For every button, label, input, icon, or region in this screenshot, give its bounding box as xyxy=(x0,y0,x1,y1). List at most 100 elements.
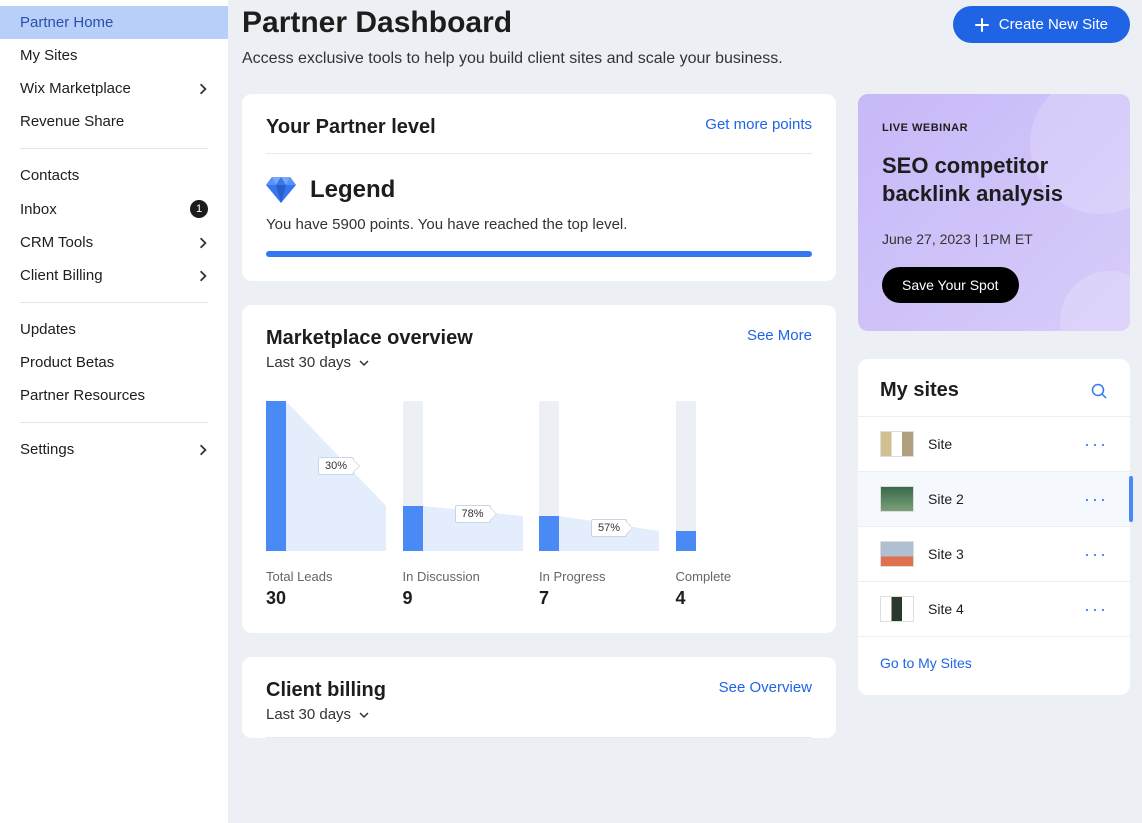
get-more-points-link[interactable]: Get more points xyxy=(705,116,812,133)
client-billing-card: Client billing Last 30 days See Overview xyxy=(242,657,836,738)
site-thumbnail xyxy=(880,431,914,457)
bar-total-leads xyxy=(266,401,286,551)
bar-track xyxy=(676,401,696,551)
create-new-site-button[interactable]: Create New Site xyxy=(953,6,1130,43)
webinar-date: June 27, 2023 | 1PM ET xyxy=(882,231,1106,247)
page-title: Partner Dashboard xyxy=(242,6,783,40)
level-points-text: You have 5900 points. You have reached t… xyxy=(266,216,812,233)
sidebar-item-settings[interactable]: Settings xyxy=(0,433,228,466)
stat-value: 30 xyxy=(266,588,403,609)
my-sites-title: My sites xyxy=(880,379,959,402)
site-name: Site 2 xyxy=(928,491,1070,507)
marketplace-overview-card: Marketplace overview Last 30 days See Mo… xyxy=(242,305,836,633)
funnel-area xyxy=(423,401,523,551)
save-your-spot-button[interactable]: Save Your Spot xyxy=(882,267,1019,303)
site-item[interactable]: Site 4 ··· xyxy=(858,581,1130,636)
sidebar-item-label: Wix Marketplace xyxy=(20,80,131,97)
sidebar-item-updates[interactable]: Updates xyxy=(0,313,228,346)
partner-level-card: Your Partner level Get more points xyxy=(242,94,836,281)
main-content: Partner Dashboard Access exclusive tools… xyxy=(228,0,1142,823)
site-name: Site xyxy=(928,436,1070,452)
stat-value: 9 xyxy=(403,588,540,609)
stat-total-leads: Total Leads 30 xyxy=(266,569,403,609)
page-subtitle: Access exclusive tools to help you build… xyxy=(242,50,783,68)
webinar-title: SEO competitor backlink analysis xyxy=(882,152,1106,207)
sidebar-item-label: Client Billing xyxy=(20,267,103,284)
more-actions-icon[interactable]: ··· xyxy=(1084,599,1108,620)
sidebar: Partner Home My Sites Wix Marketplace Re… xyxy=(0,0,228,823)
plus-icon xyxy=(975,18,989,32)
site-item[interactable]: Site 3 ··· xyxy=(858,526,1130,581)
client-billing-title: Client billing xyxy=(266,679,386,702)
inbox-badge: 1 xyxy=(190,200,208,218)
client-billing-range-label: Last 30 days xyxy=(266,706,351,723)
site-name: Site 3 xyxy=(928,546,1070,562)
divider xyxy=(20,148,208,149)
chevron-right-icon xyxy=(198,237,208,249)
divider xyxy=(266,737,812,738)
stat-label: In Discussion xyxy=(403,569,540,584)
sidebar-item-partner-home[interactable]: Partner Home xyxy=(0,6,228,39)
stat-value: 4 xyxy=(676,588,813,609)
marketplace-see-more-link[interactable]: See More xyxy=(747,327,812,344)
bar-in-progress xyxy=(539,516,559,551)
site-name: Site 4 xyxy=(928,601,1070,617)
sidebar-item-my-sites[interactable]: My Sites xyxy=(0,39,228,72)
sidebar-item-inbox[interactable]: Inbox 1 xyxy=(0,192,228,226)
conversion-tag: 78% xyxy=(455,505,491,523)
site-thumbnail xyxy=(880,596,914,622)
conversion-tag: 30% xyxy=(318,457,354,475)
sidebar-item-label: CRM Tools xyxy=(20,234,93,251)
diamond-icon xyxy=(266,177,296,203)
funnel-chart: 30% 78% xyxy=(266,401,812,551)
sidebar-item-contacts[interactable]: Contacts xyxy=(0,159,228,192)
sidebar-item-wix-marketplace[interactable]: Wix Marketplace xyxy=(0,72,228,105)
go-to-my-sites-link[interactable]: Go to My Sites xyxy=(880,655,972,671)
chevron-right-icon xyxy=(198,83,208,95)
search-icon[interactable] xyxy=(1090,382,1108,400)
stat-in-progress: In Progress 7 xyxy=(539,569,676,609)
stat-value: 7 xyxy=(539,588,676,609)
sidebar-item-label: Contacts xyxy=(20,167,79,184)
sidebar-item-product-betas[interactable]: Product Betas xyxy=(0,346,228,379)
sidebar-item-partner-resources[interactable]: Partner Resources xyxy=(0,379,228,412)
my-sites-card: My sites Site ··· Site 2 ··· xyxy=(858,359,1130,695)
bar-complete xyxy=(676,531,696,551)
sidebar-item-label: Product Betas xyxy=(20,354,114,371)
stat-complete: Complete 4 xyxy=(676,569,813,609)
funnel-area xyxy=(286,401,386,551)
more-actions-icon[interactable]: ··· xyxy=(1084,544,1108,565)
client-billing-range-dropdown[interactable]: Last 30 days xyxy=(266,706,386,723)
chevron-down-icon xyxy=(359,711,369,719)
site-thumbnail xyxy=(880,541,914,567)
level-name: Legend xyxy=(310,176,395,204)
marketplace-title: Marketplace overview xyxy=(266,327,473,350)
marketplace-range-dropdown[interactable]: Last 30 days xyxy=(266,354,473,371)
level-progress-bar xyxy=(266,251,812,257)
sidebar-item-label: Partner Resources xyxy=(20,387,145,404)
bar-in-discussion xyxy=(403,506,423,551)
sidebar-item-label: Partner Home xyxy=(20,14,113,31)
sidebar-item-label: Settings xyxy=(20,441,74,458)
sidebar-item-revenue-share[interactable]: Revenue Share xyxy=(0,105,228,138)
site-thumbnail xyxy=(880,486,914,512)
webinar-label: LIVE WEBINAR xyxy=(882,122,1106,134)
stat-in-discussion: In Discussion 9 xyxy=(403,569,540,609)
sidebar-item-client-billing[interactable]: Client Billing xyxy=(0,259,228,292)
chevron-right-icon xyxy=(198,270,208,282)
sidebar-item-label: Updates xyxy=(20,321,76,338)
site-item[interactable]: Site 2 ··· xyxy=(858,471,1130,526)
sidebar-item-crm-tools[interactable]: CRM Tools xyxy=(0,226,228,259)
chevron-down-icon xyxy=(359,359,369,367)
client-billing-see-overview-link[interactable]: See Overview xyxy=(719,679,812,696)
stat-label: Total Leads xyxy=(266,569,403,584)
more-actions-icon[interactable]: ··· xyxy=(1084,434,1108,455)
more-actions-icon[interactable]: ··· xyxy=(1084,489,1108,510)
chevron-right-icon xyxy=(198,444,208,456)
sidebar-item-label: Inbox xyxy=(20,201,57,218)
stat-label: Complete xyxy=(676,569,813,584)
create-button-label: Create New Site xyxy=(999,16,1108,33)
site-item[interactable]: Site ··· xyxy=(858,416,1130,471)
conversion-tag: 57% xyxy=(591,519,627,537)
partner-level-title: Your Partner level xyxy=(266,116,436,139)
